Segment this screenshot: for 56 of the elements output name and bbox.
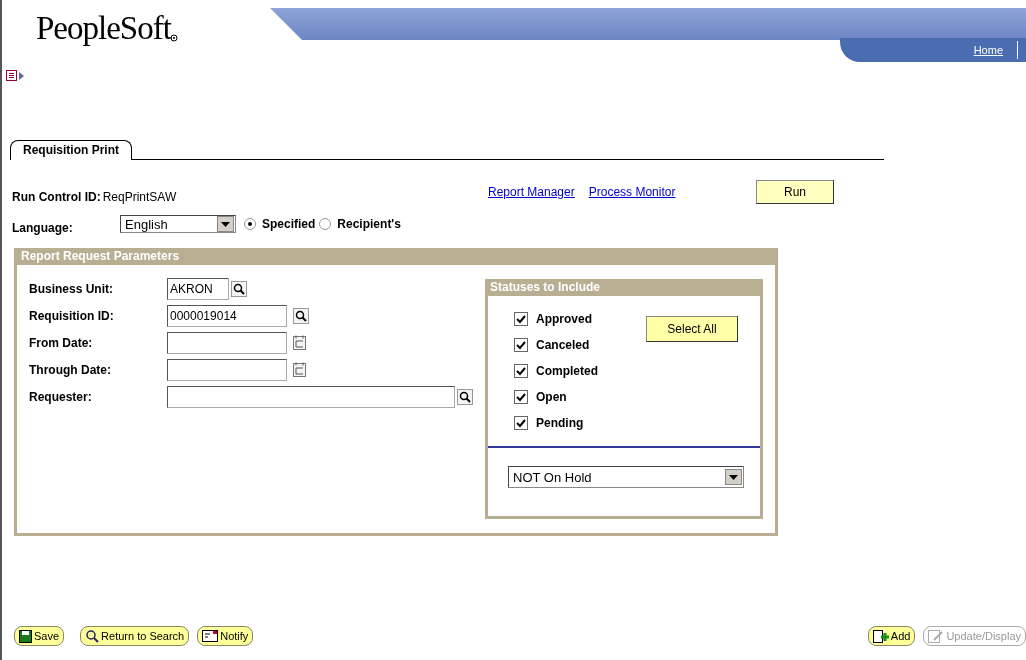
- field-label: Through Date:: [29, 362, 112, 377]
- select-all-button[interactable]: Select All: [646, 316, 738, 342]
- save-icon: [19, 629, 32, 643]
- panel-title: Report Request Parameters: [17, 248, 775, 265]
- radio-button[interactable]: [244, 218, 256, 230]
- checkbox[interactable]: [514, 416, 528, 430]
- radio-label: Specified: [262, 217, 316, 231]
- peoplesoft-logo: PeopleSoft: [36, 10, 171, 47]
- field-label: Business Unit:: [29, 281, 114, 296]
- run-control-value: ReqPrintSAW: [102, 190, 177, 204]
- checkbox-label: Pending: [536, 416, 584, 430]
- radio-label: Recipient's: [337, 217, 401, 231]
- radio-button[interactable]: [319, 218, 332, 230]
- checkbox[interactable]: [514, 338, 528, 352]
- toolbar-button[interactable]: Notify: [197, 626, 254, 646]
- page-link[interactable]: Process Monitor: [588, 185, 676, 199]
- toolbar-button[interactable]: Return to Search: [80, 626, 190, 646]
- search-icon[interactable]: [457, 388, 473, 405]
- language-dropdown[interactable]: English: [120, 215, 236, 233]
- dropdown-arrow-icon[interactable]: [729, 474, 738, 480]
- search-icon: [85, 629, 100, 643]
- language-label: Language:: [12, 221, 74, 235]
- field-label: From Date:: [29, 335, 94, 350]
- input-field[interactable]: AKRON: [167, 277, 229, 300]
- input-field[interactable]: [167, 358, 287, 381]
- panel-title: Statuses to Include: [488, 279, 760, 296]
- field-label: Requisition ID:: [29, 308, 115, 323]
- checkbox-label: Completed: [536, 364, 598, 378]
- run-button[interactable]: Run: [756, 180, 834, 204]
- input-field[interactable]: [167, 331, 287, 354]
- checkbox-label: Open: [536, 390, 567, 404]
- calendar-icon[interactable]: [293, 361, 307, 378]
- page-link[interactable]: Report Manager: [488, 185, 575, 199]
- calendar-icon[interactable]: [293, 334, 307, 351]
- run-control-label: Run Control ID:: [12, 190, 101, 204]
- edit-page-icon: [928, 629, 945, 643]
- toolbar-button[interactable]: Save: [14, 626, 65, 646]
- requisition-print-tab[interactable]: Requisition Print: [10, 140, 132, 160]
- dropdown-arrow-icon[interactable]: [221, 221, 230, 227]
- add-page-icon: [872, 629, 889, 643]
- note-icon: [202, 630, 219, 642]
- field-label: Requester:: [29, 389, 93, 404]
- registered-mark-icon: [170, 34, 178, 42]
- checkbox[interactable]: [514, 364, 528, 378]
- input-field[interactable]: 0000019014: [167, 304, 287, 327]
- checkbox-label: Approved: [536, 312, 592, 326]
- input-field[interactable]: [167, 385, 455, 408]
- toolbar-button[interactable]: Add: [867, 626, 916, 646]
- checkbox-label: Canceled: [536, 338, 590, 352]
- hold-filter-dropdown[interactable]: NOT On Hold: [508, 466, 744, 488]
- search-icon[interactable]: [293, 307, 309, 324]
- menu-icon[interactable]: [6, 70, 26, 82]
- home-link[interactable]: Home: [973, 44, 1003, 56]
- checkbox[interactable]: [514, 390, 528, 404]
- checkbox[interactable]: [514, 312, 528, 326]
- search-icon[interactable]: [231, 280, 247, 297]
